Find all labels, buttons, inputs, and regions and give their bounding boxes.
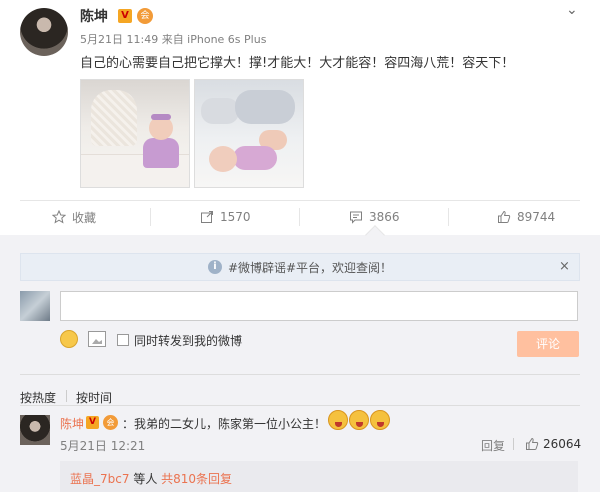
image-upload-icon[interactable] xyxy=(88,331,106,347)
photo-star-pillow xyxy=(235,90,295,124)
repost-button[interactable]: 1570 xyxy=(200,208,251,226)
sort-by-time-tab[interactable]: 按时间 xyxy=(76,389,112,406)
post-meta: 5月21日 11:49 来自 iPhone 6s Plus xyxy=(80,33,267,46)
reply-separator xyxy=(513,438,514,450)
author-avatar[interactable] xyxy=(20,8,68,56)
reply-button[interactable]: 回复 xyxy=(481,437,505,454)
comment-text: ：我弟的二女儿，陈家第一位小公主！ xyxy=(122,417,327,431)
sort-separator xyxy=(66,390,67,402)
vip-badge-icon: 会 xyxy=(103,415,118,430)
laughing-emoji-icon xyxy=(349,410,369,430)
divider xyxy=(20,374,580,375)
like-count: 89744 xyxy=(517,210,556,224)
photo-baby xyxy=(141,114,181,176)
chevron-down-icon[interactable]: ⌄ xyxy=(566,2,578,18)
favorite-button[interactable]: 收藏 xyxy=(52,208,96,226)
close-icon[interactable]: × xyxy=(559,259,570,274)
like-button[interactable]: 89744 xyxy=(497,208,555,226)
divider xyxy=(20,200,580,201)
comment-like-count: 26064 xyxy=(543,437,582,451)
post-photo-1[interactable] xyxy=(80,79,190,188)
action-separator xyxy=(448,208,449,226)
photo-baby xyxy=(209,130,293,176)
repost-icon xyxy=(201,211,213,223)
repost-checkbox-label[interactable]: 同时转发到我的微博 xyxy=(134,332,242,349)
verified-badge-icon: V xyxy=(118,9,132,23)
submit-comment-button[interactable]: 评论 xyxy=(517,331,579,357)
photo-wicker-chair xyxy=(91,90,137,146)
comment-button[interactable]: 3866 xyxy=(349,208,400,226)
photo-pillow xyxy=(201,98,239,124)
my-avatar[interactable] xyxy=(20,291,50,321)
action-separator xyxy=(299,208,300,226)
emoji-icon[interactable] xyxy=(60,330,78,348)
repost-count: 1570 xyxy=(220,210,251,224)
sub-reply-summary[interactable]: 蓝晶_7bc7 等人 共810条回复 xyxy=(60,461,578,492)
author-name[interactable]: 陈坤 xyxy=(80,6,108,26)
favorite-label: 收藏 xyxy=(72,210,97,225)
sub-reply-user[interactable]: 蓝晶_7bc7 xyxy=(70,472,130,486)
info-icon: i xyxy=(207,260,222,274)
post-photo-2[interactable] xyxy=(194,79,304,188)
sub-reply-count[interactable]: 共810条回复 xyxy=(161,472,232,486)
star-icon xyxy=(52,210,66,224)
comment-count: 3866 xyxy=(369,210,400,224)
rumor-notice-bar[interactable]: i #微博辟谣#平台，欢迎查阅！ xyxy=(20,253,580,281)
laughing-emoji-icon xyxy=(370,410,390,430)
action-separator xyxy=(150,208,151,226)
divider xyxy=(20,405,580,406)
comment-icon xyxy=(350,211,362,224)
comment-like-button[interactable]: 26064 xyxy=(525,437,581,451)
comment-author-name[interactable]: 陈坤 xyxy=(60,415,84,432)
thumbs-up-icon xyxy=(498,210,511,223)
thumbs-up-icon xyxy=(526,437,539,450)
comment-time: 5月21日 12:21 xyxy=(60,439,146,453)
laughing-emoji-icon xyxy=(328,410,348,430)
post-text: 自己的心需要自己把它撑大！撑!才能大！大才能容！容四海八荒！容天下！ xyxy=(80,56,515,71)
sub-reply-text: 等人 xyxy=(129,472,162,486)
comment-author-avatar[interactable] xyxy=(20,415,50,445)
vip-badge-icon: 会 xyxy=(137,8,153,24)
rumor-notice-text[interactable]: #微博辟谣#平台，欢迎查阅！ xyxy=(228,259,392,276)
verified-badge-icon: V xyxy=(86,416,99,429)
repost-checkbox[interactable] xyxy=(117,334,129,346)
sort-by-hot-tab[interactable]: 按热度 xyxy=(20,389,56,406)
comment-input[interactable] xyxy=(60,291,578,321)
